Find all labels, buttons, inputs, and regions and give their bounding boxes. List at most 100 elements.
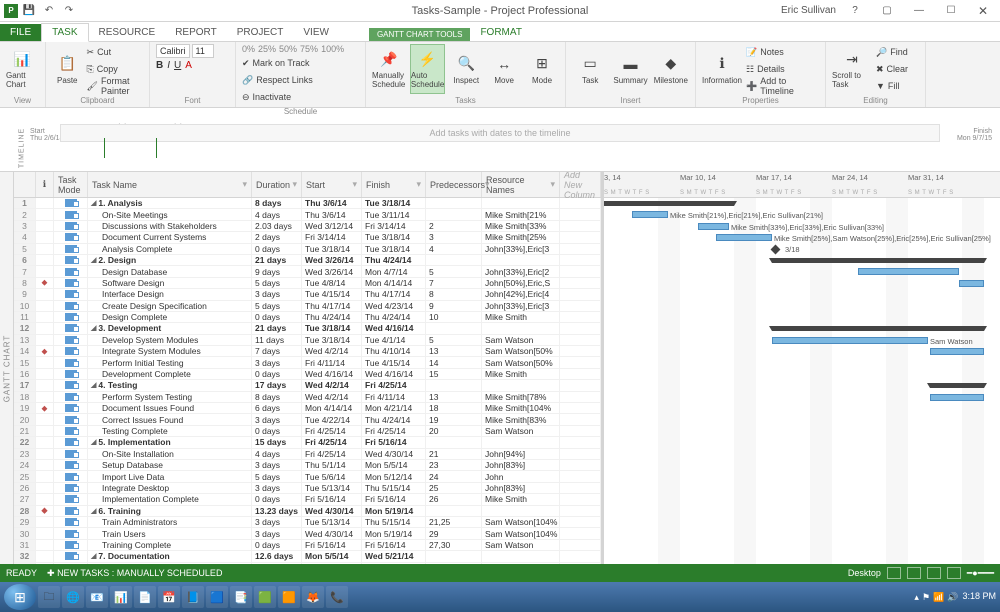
task-row[interactable]: 17◢4. Testing17 daysWed 4/2/14Fri 4/25/1… — [14, 380, 601, 391]
task-bar[interactable] — [930, 348, 984, 355]
gantt-row[interactable]: Mike Smith[25%],Sam Watson[25%],Eric[25%… — [604, 232, 1000, 243]
gantt-row[interactable]: 3/18 — [604, 244, 1000, 255]
gantt-row[interactable] — [604, 312, 1000, 323]
col-add-new[interactable]: Add New Column — [560, 172, 601, 197]
dropdown-icon[interactable]: ▾ — [242, 179, 247, 190]
pct-75-button[interactable]: 75% — [300, 44, 318, 54]
gantt-row[interactable] — [604, 403, 1000, 414]
qat-undo-icon[interactable]: ↶ — [40, 2, 58, 20]
gantt-row[interactable] — [604, 255, 1000, 266]
gantt-row[interactable] — [604, 289, 1000, 300]
format-painter-button[interactable]: 🖌Format Painter — [87, 78, 143, 94]
gantt-row[interactable] — [604, 266, 1000, 277]
zoom-slider[interactable]: ━●━━━ — [967, 568, 994, 579]
gantt-area[interactable]: 3, 14S M T W T F SMar 10, 14S M T W T F … — [604, 172, 1000, 564]
manually-schedule-button[interactable]: 📌Manually Schedule — [372, 44, 406, 94]
gantt-row[interactable] — [604, 517, 1000, 528]
col-finish[interactable]: Finish▾ — [362, 172, 426, 197]
task-button[interactable]: ▭Task — [572, 44, 608, 94]
clear-button[interactable]: ✖Clear — [876, 61, 908, 77]
gantt-row[interactable] — [604, 471, 1000, 482]
milestone-button[interactable]: ◆Milestone — [653, 44, 689, 94]
view-gantt-button[interactable] — [887, 567, 901, 579]
system-clock[interactable]: 3:18 PM — [962, 592, 996, 602]
scroll-to-task-button[interactable]: ⇥Scroll to Task — [832, 44, 872, 94]
cut-button[interactable]: ✂Cut — [87, 44, 143, 60]
task-row[interactable]: 20Correct Issues Found3 daysTue 4/22/14T… — [14, 414, 601, 425]
task-row[interactable]: 6◢2. Design21 daysWed 3/26/14Thu 4/24/14 — [14, 255, 601, 266]
help-icon[interactable]: ? — [842, 1, 868, 21]
taskbar-item[interactable]: 📧 — [86, 586, 108, 608]
inspect-button[interactable]: 🔍Inspect — [449, 44, 483, 94]
start-button[interactable]: ⊞ — [4, 584, 36, 610]
font-size-select[interactable]: 11 — [192, 44, 214, 58]
summary-button[interactable]: ▬Summary — [612, 44, 648, 94]
taskbar-item[interactable]: 📘 — [182, 586, 204, 608]
taskbar-item[interactable]: 🟦 — [206, 586, 228, 608]
gantt-row[interactable] — [604, 380, 1000, 391]
underline-button[interactable]: U — [174, 60, 181, 71]
task-row[interactable]: 14⬥Integrate System Modules7 daysWed 4/2… — [14, 346, 601, 357]
move-button[interactable]: ↔Move — [487, 44, 521, 94]
taskbar-item[interactable]: 📞 — [326, 586, 348, 608]
tray-flag-icon[interactable]: ⚑ — [922, 592, 930, 603]
gantt-row[interactable] — [604, 301, 1000, 312]
tray-network-icon[interactable]: 📶 — [933, 592, 944, 603]
gantt-row[interactable] — [604, 392, 1000, 403]
task-row[interactable]: 7Design Database9 daysWed 3/26/14Mon 4/7… — [14, 266, 601, 277]
task-grid[interactable]: ℹ Task Mode Task Name▾ Duration▾ Start▾ … — [14, 172, 604, 564]
taskbar-item[interactable]: 📄 — [134, 586, 156, 608]
taskbar-item[interactable]: 📅 — [158, 586, 180, 608]
task-row[interactable]: 16Development Complete0 daysWed 4/16/14W… — [14, 369, 601, 380]
task-row[interactable]: 23On-Site Installation4 daysFri 4/25/14W… — [14, 449, 601, 460]
bold-button[interactable]: B — [156, 60, 163, 71]
gantt-row[interactable] — [604, 198, 1000, 209]
gantt-row[interactable] — [604, 551, 1000, 562]
tab-resource[interactable]: RESOURCE — [89, 24, 166, 41]
col-info[interactable]: ℹ — [36, 172, 54, 197]
auto-schedule-button[interactable]: ⚡Auto Schedule — [410, 44, 445, 94]
gantt-row[interactable] — [604, 369, 1000, 380]
minimize-button[interactable]: — — [906, 1, 932, 21]
gantt-row[interactable] — [604, 460, 1000, 471]
taskbar-item[interactable]: 🟧 — [278, 586, 300, 608]
respect-links-button[interactable]: 🔗Respect Links — [242, 72, 313, 88]
find-button[interactable]: 🔎Find — [876, 44, 908, 60]
col-duration[interactable]: Duration▾ — [252, 172, 302, 197]
qat-redo-icon[interactable]: ↷ — [60, 2, 78, 20]
gantt-body[interactable]: Mike Smith[21%],Eric[21%],Eric Sullivan[… — [604, 198, 1000, 564]
timeline-bracket-start[interactable] — [104, 138, 105, 158]
task-row[interactable]: 24Setup Database3 daysThu 5/1/14Mon 5/5/… — [14, 460, 601, 471]
gantt-row[interactable] — [604, 426, 1000, 437]
taskbar-item[interactable]: 📑 — [230, 586, 252, 608]
maximize-button[interactable]: ☐ — [938, 1, 964, 21]
task-row[interactable]: 32◢7. Documentation12.6 daysMon 5/5/14We… — [14, 551, 601, 562]
milestone-marker[interactable] — [771, 244, 781, 254]
task-row[interactable]: 29Train Administrators3 daysTue 5/13/14T… — [14, 517, 601, 528]
summary-bar[interactable] — [772, 258, 984, 263]
taskbar-item[interactable]: 🗀 — [38, 586, 60, 608]
paste-button[interactable]: 📋Paste — [52, 44, 83, 94]
taskbar-item[interactable]: 🟩 — [254, 586, 276, 608]
tab-file[interactable]: FILE — [0, 24, 41, 41]
inactivate-button[interactable]: ⊖Inactivate — [242, 89, 291, 105]
view-task-usage-button[interactable] — [907, 567, 921, 579]
task-row[interactable]: 8⬥Software Design5 daysTue 4/8/14Mon 4/1… — [14, 278, 601, 289]
gantt-chart-button[interactable]: 📊Gantt Chart — [6, 44, 39, 94]
task-row[interactable]: 30Train Users3 daysWed 4/30/14Mon 5/19/1… — [14, 528, 601, 539]
add-timeline-button[interactable]: ➕Add to Timeline — [746, 78, 819, 94]
task-row[interactable]: 18Perform System Testing8 daysWed 4/2/14… — [14, 392, 601, 403]
task-row[interactable]: 5Analysis Complete0 daysTue 3/18/14Tue 3… — [14, 244, 601, 255]
user-name[interactable]: Eric Sullivan — [781, 5, 836, 16]
grid-body[interactable]: 1◢1. Analysis8 daysThu 3/6/14Tue 3/18/14… — [14, 198, 601, 564]
col-start[interactable]: Start▾ — [302, 172, 362, 197]
qat-save-icon[interactable]: 💾 — [20, 2, 38, 20]
gantt-row[interactable] — [604, 414, 1000, 425]
task-row[interactable]: 9Interface Design3 daysTue 4/15/14Thu 4/… — [14, 289, 601, 300]
summary-bar[interactable] — [604, 201, 734, 206]
task-row[interactable]: 27Implementation Complete0 daysFri 5/16/… — [14, 494, 601, 505]
gantt-row[interactable]: Mike Smith[21%],Eric[21%],Eric Sullivan[… — [604, 209, 1000, 220]
task-row[interactable]: 13Develop System Modules11 daysTue 3/18/… — [14, 335, 601, 346]
tray-up-icon[interactable]: ▴ — [914, 592, 919, 603]
gantt-row[interactable] — [604, 437, 1000, 448]
